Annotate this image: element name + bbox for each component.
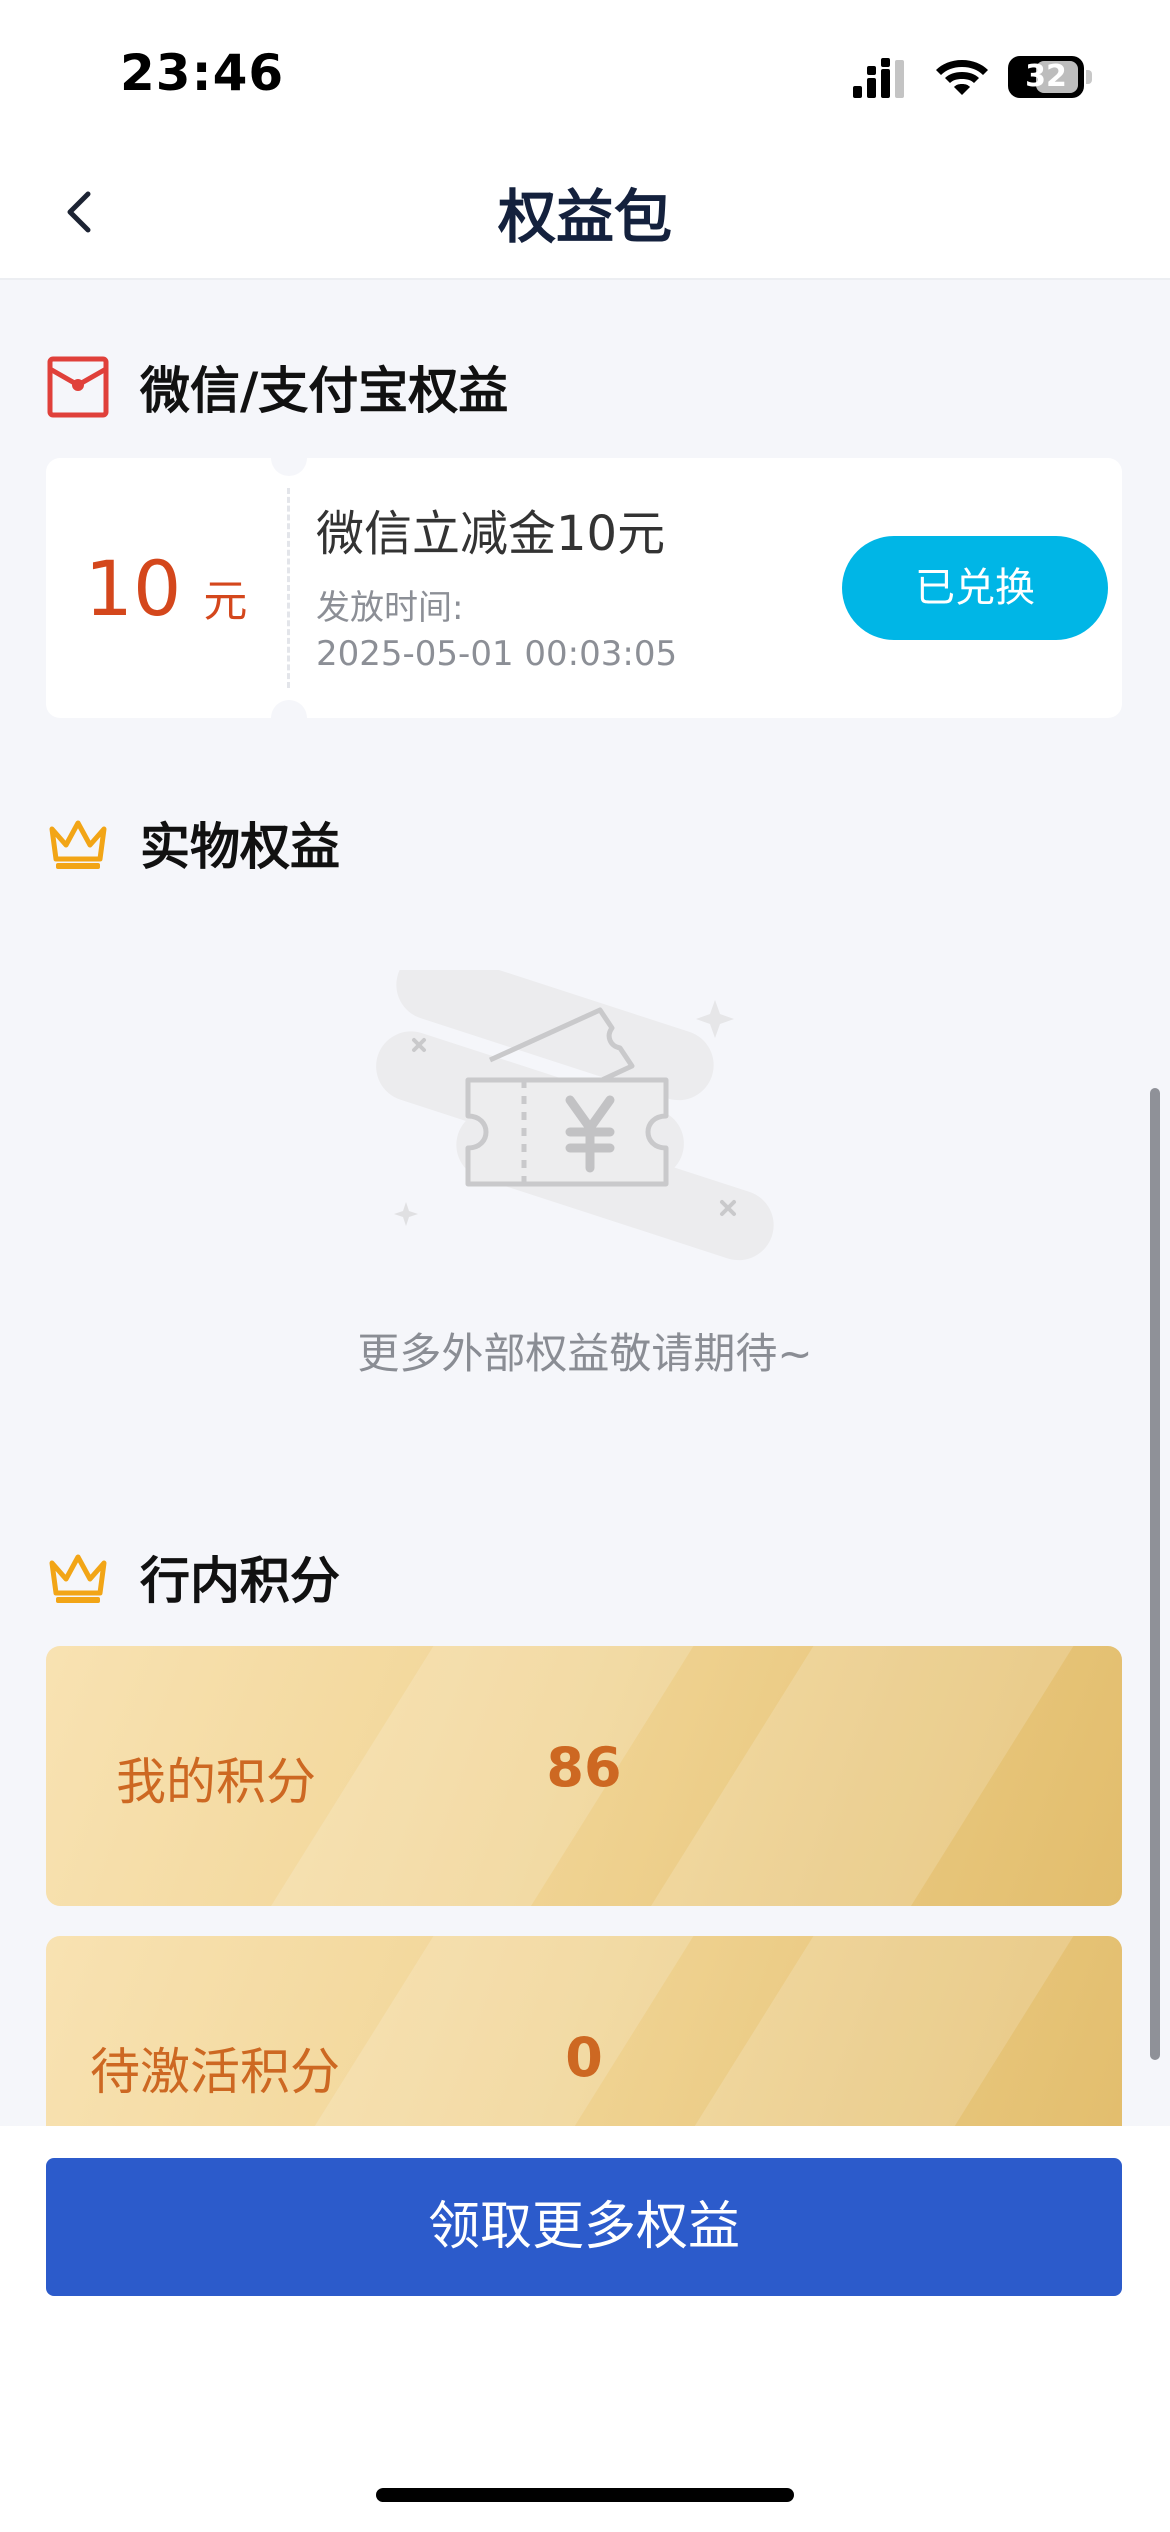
home-indicator[interactable] (376, 2488, 794, 2502)
coupon-card: 10 元 微信立减金10元 发放时间: 2025-05-01 00:03:05 … (46, 440, 1122, 736)
signal-icon (853, 58, 904, 98)
page-title: 权益包 (497, 183, 672, 251)
coupon-unit: 元 (203, 576, 248, 627)
coupon-divider (287, 488, 290, 688)
coupon-date-label: 发放时间: (316, 588, 464, 628)
wifi-icon (936, 60, 988, 95)
coupon-amount: 10 (84, 543, 182, 633)
points-value: 0 (565, 2026, 603, 2089)
battery-tip (1086, 70, 1092, 84)
coupon-value: 10 元 (46, 458, 286, 718)
chevron-left-icon[interactable] (56, 180, 102, 244)
redeemed-button[interactable]: 已兑换 (842, 536, 1108, 640)
status-bar: 23:46 32 (0, 0, 1170, 150)
section-title: 行内积分 (140, 1552, 340, 1610)
scrollbar[interactable] (1150, 1088, 1160, 2060)
status-time: 23:46 (120, 44, 285, 102)
red-envelope-icon (47, 356, 109, 418)
section-title: 实物权益 (140, 818, 340, 876)
section-title: 微信/支付宝权益 (140, 362, 509, 420)
crown-icon (49, 820, 107, 869)
crown-icon (49, 1554, 107, 1603)
bottom-action-bar: 领取更多权益 (0, 2126, 1170, 2532)
section-header-physical: 实物权益 (46, 808, 340, 878)
coupon-notch-bottom (271, 700, 307, 736)
coupon-notch-top (271, 440, 307, 476)
empty-state-text: 更多外部权益敬请期待~ (357, 1329, 813, 1378)
coupon-name: 微信立减金10元 (316, 506, 666, 562)
yuan-ticket-icon (376, 970, 774, 1261)
my-points-card[interactable]: 我的积分 86 (46, 1646, 1122, 1906)
nav-bar: 权益包 (0, 150, 1170, 280)
points-value: 86 (546, 1736, 622, 1799)
get-more-rewards-button[interactable]: 领取更多权益 (46, 2158, 1122, 2296)
battery-level-text: 32 (1025, 59, 1067, 94)
coupon-date: 2025-05-01 00:03:05 (316, 634, 678, 674)
battery-icon: 32 (1008, 56, 1084, 98)
section-header-points: 行内积分 (46, 1542, 340, 1612)
section-header-wechat-alipay: 微信/支付宝权益 (46, 352, 508, 422)
